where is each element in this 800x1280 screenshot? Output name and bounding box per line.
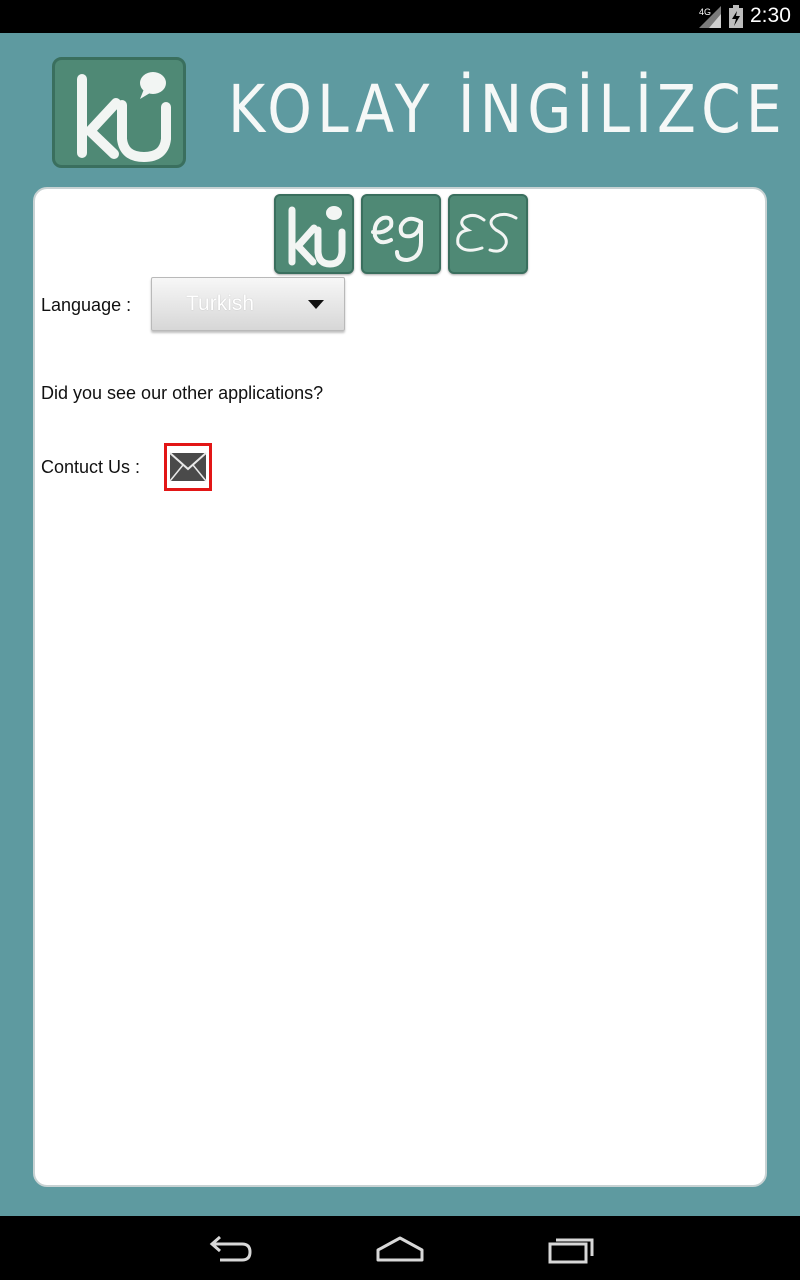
language-select[interactable]: Turkish — [151, 277, 345, 331]
language-label: Language : — [41, 295, 132, 315]
settings-card: Language : Turkish Did you see our other… — [33, 187, 767, 1187]
mail-icon — [169, 452, 207, 482]
clock: 2:30 — [750, 4, 791, 27]
app-title: KOLAY İNGİLİZCE — [228, 71, 787, 148]
battery-icon — [729, 5, 743, 28]
app-header: KOLAY İNGİLİZCE — [0, 33, 800, 183]
recents-icon[interactable] — [546, 1232, 598, 1266]
status-bar: 4G 2:30 — [0, 0, 800, 33]
home-icon[interactable] — [374, 1232, 426, 1266]
ki-app-icon[interactable] — [274, 194, 354, 274]
navigation-bar — [0, 1216, 800, 1280]
svg-text:4G: 4G — [699, 7, 711, 17]
signal-4g-icon: 4G — [699, 6, 721, 28]
contact-mail-button[interactable] — [164, 443, 212, 491]
es-app-icon[interactable] — [448, 194, 528, 274]
ki-logo-icon — [52, 57, 186, 168]
other-apps-text: Did you see our other applications? — [41, 383, 324, 403]
eg-app-icon[interactable] — [361, 194, 441, 274]
back-icon[interactable] — [204, 1232, 256, 1266]
contact-label: Contuct Us : — [41, 457, 141, 477]
language-value: Turkish — [186, 292, 255, 315]
chevron-down-icon — [308, 300, 324, 309]
